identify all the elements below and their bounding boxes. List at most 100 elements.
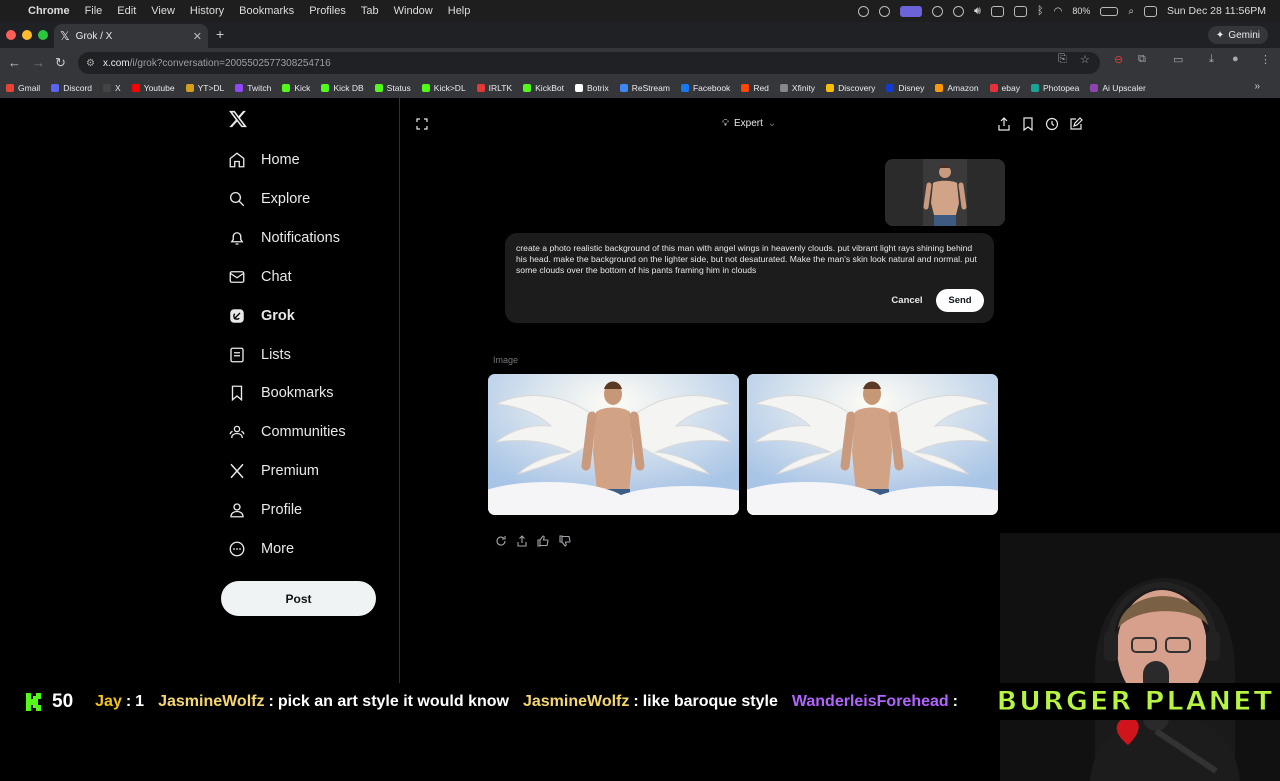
bookmark-item[interactable]: Twitch	[235, 83, 271, 93]
window-zoom-button[interactable]	[38, 30, 48, 40]
battery-icon[interactable]	[1100, 6, 1119, 16]
bookmark-item[interactable]: Youtube	[131, 83, 175, 93]
sidebar-item-home[interactable]: Home	[228, 145, 300, 175]
reload-icon[interactable]: ↻	[55, 55, 66, 71]
extension-red-icon[interactable]: ⊖	[1114, 53, 1123, 66]
menu-file[interactable]: File	[85, 5, 103, 17]
control-center-icon[interactable]	[1143, 5, 1157, 17]
bookmark-item[interactable]: IRLTK	[476, 83, 512, 93]
menu-view[interactable]: View	[151, 5, 175, 17]
generated-image-1[interactable]	[488, 374, 739, 515]
bookmark-label: Status	[386, 83, 411, 93]
play-icon[interactable]	[953, 5, 965, 17]
sidebar-item-lists[interactable]: Lists	[228, 340, 291, 370]
bookmark-item[interactable]: Botrix	[574, 83, 609, 93]
attached-image-thumbnail[interactable]	[885, 159, 1005, 226]
bookmark-header-icon[interactable]	[1021, 117, 1035, 131]
bookmarks-overflow-icon[interactable]: »	[1254, 81, 1260, 92]
display-icon[interactable]	[990, 5, 1004, 17]
bookmark-item[interactable]: Kick DB	[321, 83, 364, 93]
wifi-icon[interactable]: ◠	[1054, 6, 1063, 17]
sidebar-item-premium[interactable]: Premium	[228, 456, 319, 486]
sidebar-item-more[interactable]: More	[228, 534, 294, 564]
new-chat-edit-icon[interactable]	[1069, 117, 1083, 131]
regenerate-icon[interactable]	[495, 535, 507, 547]
window-minimize-button[interactable]	[22, 30, 32, 40]
spotlight-search-icon[interactable]: ⌕	[1128, 6, 1134, 17]
thumbs-up-icon[interactable]	[537, 535, 549, 547]
menu-tab[interactable]: Tab	[361, 5, 379, 17]
sidebar-item-bookmarks[interactable]: Bookmarks	[228, 378, 334, 408]
post-button[interactable]: Post	[221, 581, 376, 616]
send-button[interactable]: Send	[936, 289, 984, 312]
bookmark-item[interactable]: ReStream	[619, 83, 670, 93]
bookmark-item[interactable]: Xfinity	[779, 83, 815, 93]
new-tab-icon[interactable]: +	[216, 26, 224, 42]
menu-bookmarks[interactable]: Bookmarks	[239, 5, 294, 17]
bookmark-item[interactable]: Status	[374, 83, 411, 93]
sidebar-item-chat[interactable]: Chat	[228, 262, 292, 292]
bookmark-item[interactable]: Discord	[51, 83, 92, 93]
status-circle-icon[interactable]	[858, 5, 870, 17]
address-bar[interactable]: ⚙ x.com/i/grok?conversation=200550257730…	[78, 52, 1100, 74]
sidebar-item-grok[interactable]: Grok	[228, 301, 295, 331]
volume-icon[interactable]: 🔊︎	[974, 5, 981, 18]
browser-menu-icon[interactable]: ⋮	[1260, 53, 1271, 66]
bookmark-item[interactable]: Discovery	[826, 83, 875, 93]
menu-profiles[interactable]: Profiles	[309, 5, 346, 17]
extensions-puzzle-icon[interactable]: ⧉	[1138, 53, 1146, 66]
bookmark-item[interactable]: Kick	[282, 83, 310, 93]
expand-icon[interactable]	[416, 118, 428, 130]
browser-toolbar: ← → ↻ ⚙ x.com/i/grok?conversation=200550…	[0, 48, 1280, 78]
bookmark-item[interactable]: YT>DL	[185, 83, 224, 93]
back-arrow-icon[interactable]: ←	[8, 55, 21, 70]
generated-image-2[interactable]	[747, 374, 998, 515]
menu-app-name[interactable]: Chrome	[28, 5, 70, 17]
cancel-button[interactable]: Cancel	[885, 290, 929, 311]
sidebar-item-profile[interactable]: Profile	[228, 495, 302, 525]
menu-help[interactable]: Help	[448, 5, 471, 17]
bookmark-favicon-icon	[1090, 84, 1099, 92]
x-logo-icon[interactable]	[228, 108, 248, 130]
site-info-icon[interactable]: ⚙	[86, 58, 95, 69]
sidebar-item-explore[interactable]: Explore	[228, 184, 310, 214]
cast-icon[interactable]: ▭	[1173, 53, 1183, 66]
bookmark-item[interactable]: Gmail	[6, 83, 40, 93]
menu-window[interactable]: Window	[394, 5, 433, 17]
bookmark-item[interactable]: X	[103, 83, 121, 93]
browser-tab-active[interactable]: 𝕏 Grok / X ✕	[54, 24, 208, 48]
menu-edit[interactable]: Edit	[117, 5, 136, 17]
prompt-textarea[interactable]: create a photo realistic background of t…	[516, 243, 984, 276]
screen-share-icon[interactable]	[900, 5, 923, 17]
bookmark-item[interactable]: Kick>DL	[421, 83, 466, 93]
download-icon[interactable]: ⤓	[1209, 53, 1214, 66]
gemini-button[interactable]: ✦ Gemini	[1207, 26, 1268, 44]
forward-arrow-icon[interactable]: →	[32, 55, 45, 70]
menu-history[interactable]: History	[190, 5, 224, 17]
sidebar-item-communities[interactable]: Communities	[228, 417, 346, 447]
bookmark-item[interactable]: Red	[741, 83, 769, 93]
tab-close-icon[interactable]: ✕	[193, 30, 202, 43]
thumbs-down-icon[interactable]	[559, 535, 571, 547]
bookmark-item[interactable]: Ai Upscaler	[1090, 83, 1146, 93]
bookmark-item[interactable]: Photopea	[1030, 83, 1079, 93]
profile-avatar-icon[interactable]: ●	[1232, 53, 1239, 65]
star-bookmark-icon[interactable]: ☆	[1080, 53, 1090, 66]
status-app-icon[interactable]	[879, 5, 891, 17]
bluetooth-icon[interactable]: ᛒ	[1037, 5, 1044, 17]
bookmark-item[interactable]: Facebook	[680, 83, 730, 93]
model-selector[interactable]: 💡︎ Expert ⌄	[722, 118, 776, 129]
share-response-icon[interactable]	[516, 535, 528, 547]
bookmark-item[interactable]: ebay	[989, 83, 1020, 93]
install-app-icon[interactable]: ⎘	[1058, 53, 1067, 66]
window-close-button[interactable]	[6, 30, 16, 40]
history-icon[interactable]	[1045, 117, 1059, 131]
bookmark-item[interactable]: Amazon	[935, 83, 979, 93]
sidebar-item-notifications[interactable]: Notifications	[228, 223, 340, 253]
bookmark-item[interactable]: Disney	[886, 83, 924, 93]
grid-icon[interactable]	[932, 5, 944, 17]
monitor-icon[interactable]	[1013, 5, 1027, 17]
share-icon[interactable]	[997, 117, 1011, 131]
bookmark-item[interactable]: KickBot	[523, 83, 564, 93]
menubar-clock[interactable]: Sun Dec 28 11:56PM	[1167, 5, 1266, 17]
